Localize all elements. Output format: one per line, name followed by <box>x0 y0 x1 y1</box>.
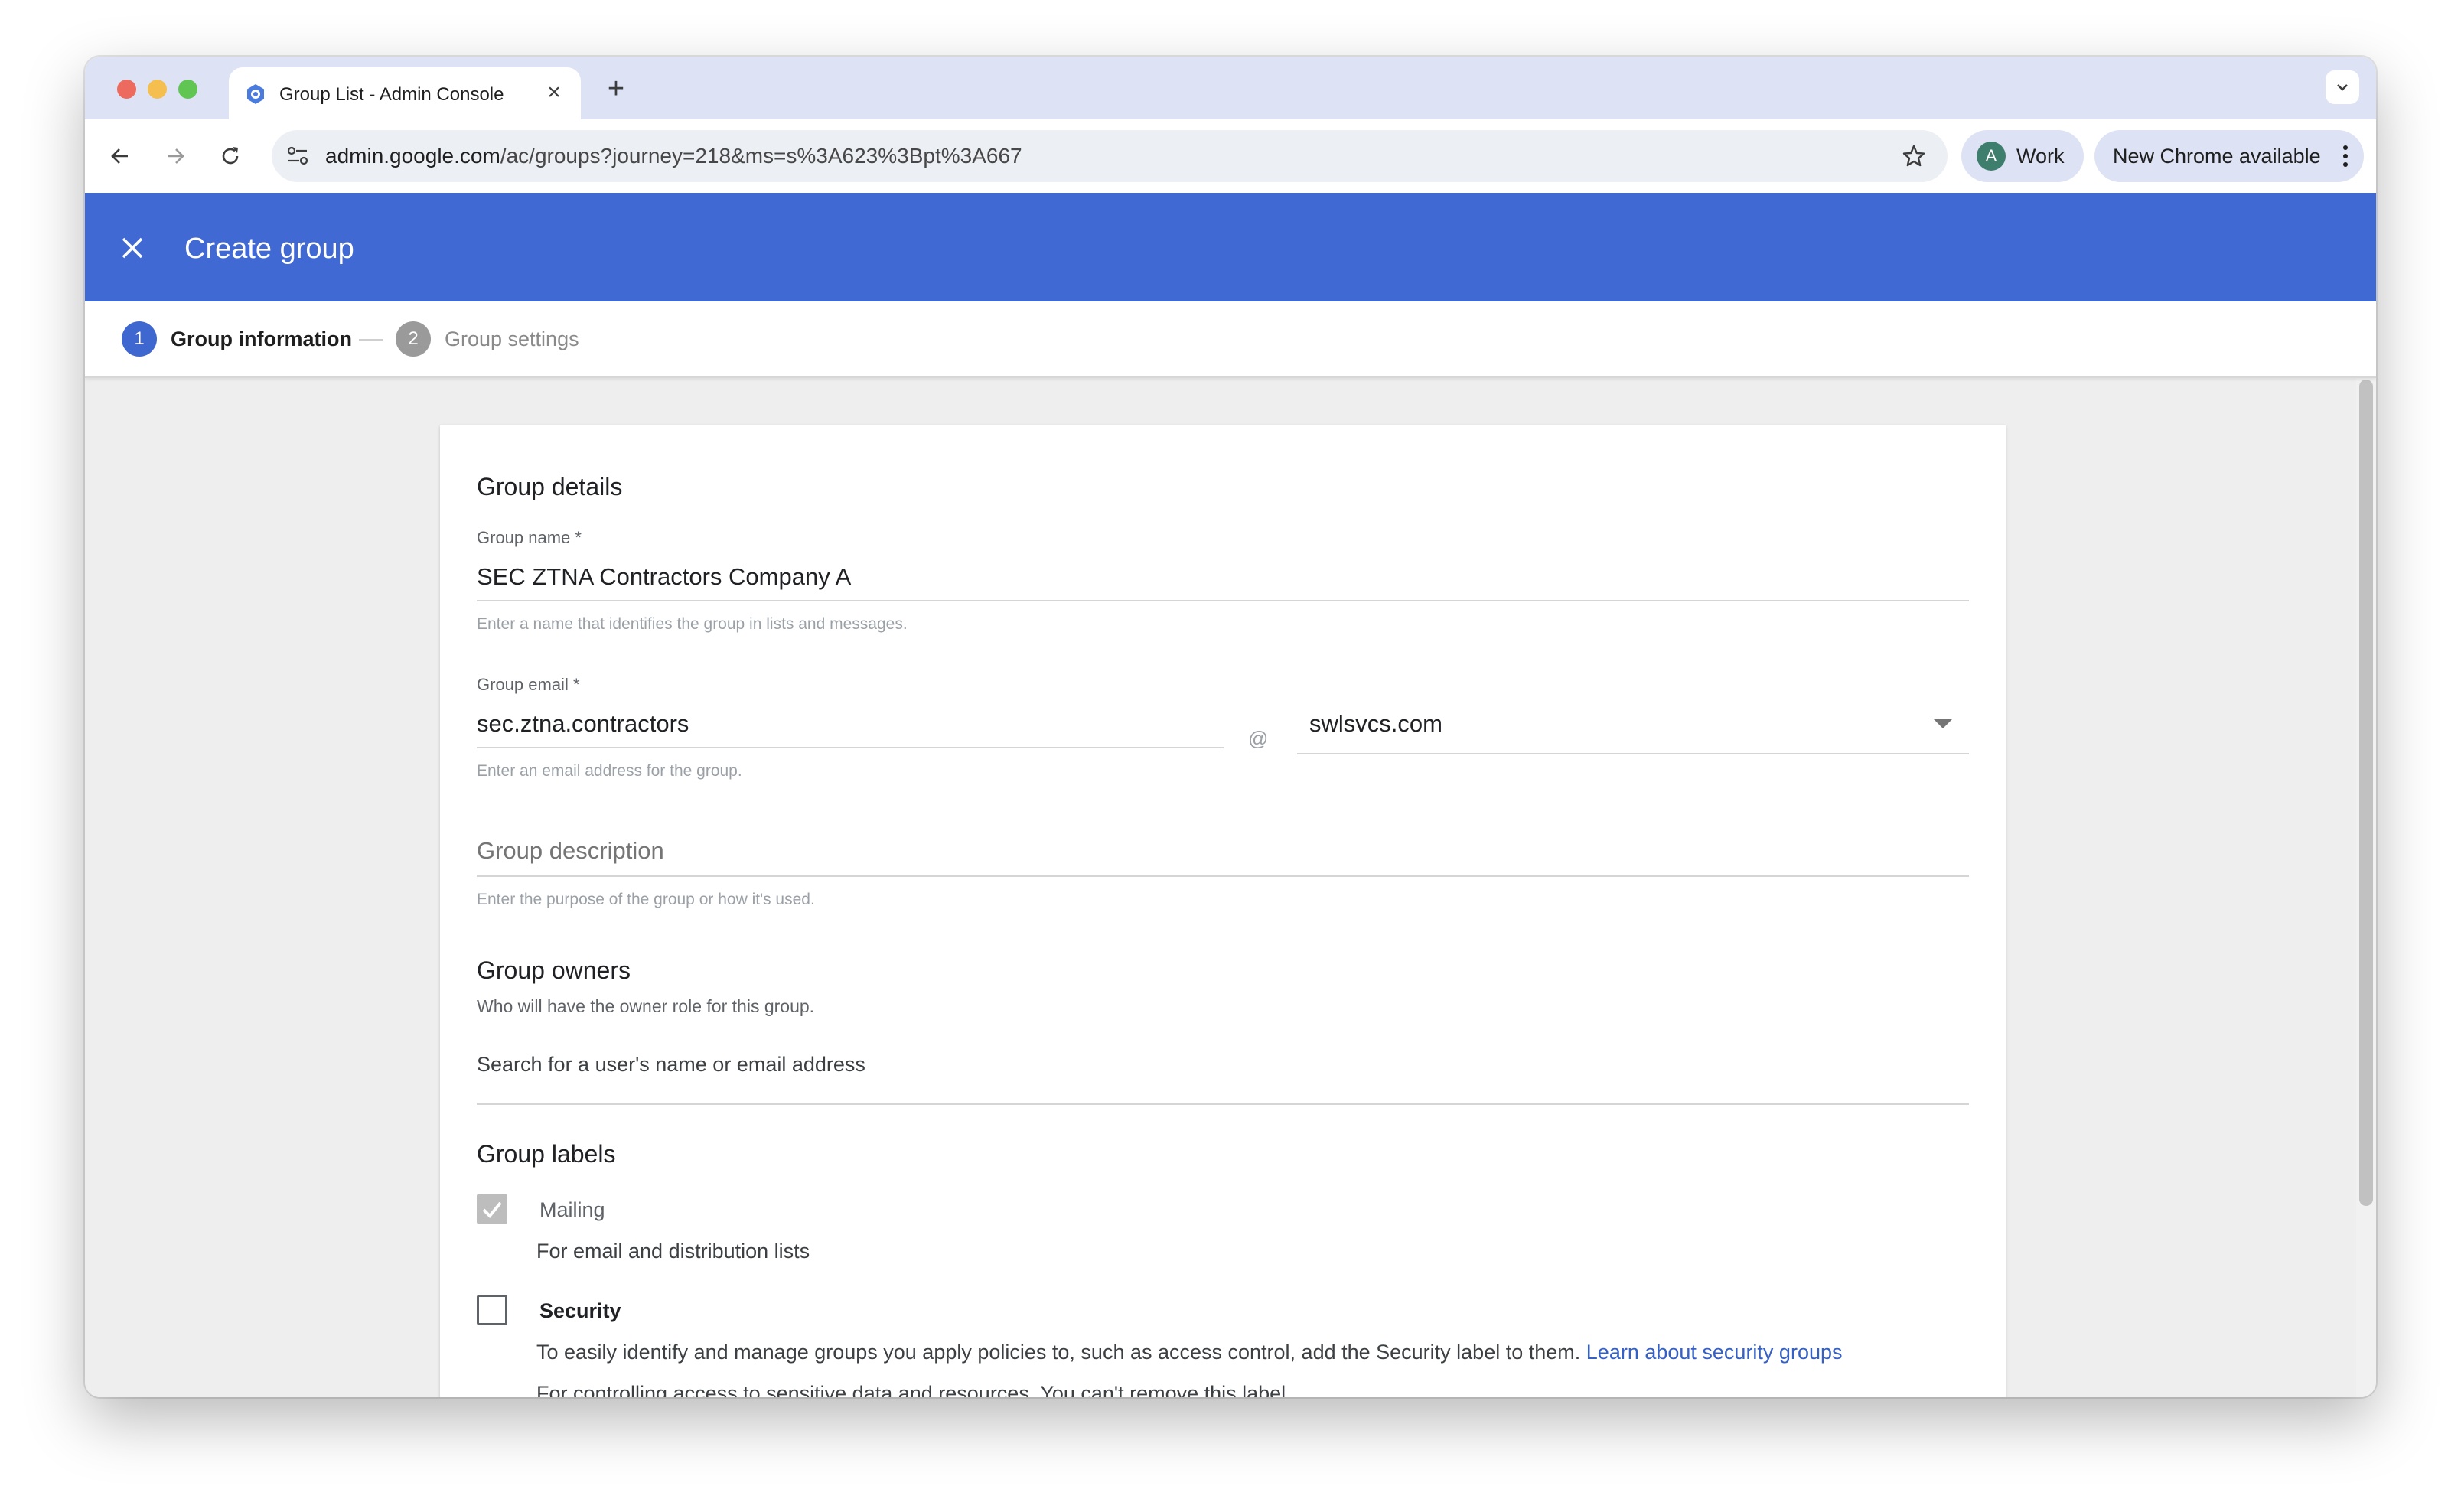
security-checkbox[interactable] <box>477 1295 507 1325</box>
profile-label: Work <box>2016 145 2065 168</box>
at-sign: @ <box>1248 727 1269 750</box>
owner-search-underline <box>477 1103 1969 1105</box>
scrollbar-thumb[interactable] <box>2359 380 2373 1206</box>
arrow-right-icon <box>168 148 184 164</box>
group-email-label: Group email * <box>477 675 580 694</box>
learn-security-groups-link[interactable]: Learn about security groups <box>1586 1341 1843 1364</box>
dropdown-arrow-icon[interactable] <box>1934 719 1952 728</box>
tab-title: Group List - Admin Console <box>279 84 504 105</box>
step-1-indicator: 1 <box>122 321 157 357</box>
tab-search-button[interactable] <box>2326 70 2359 104</box>
scrollbar-track[interactable] <box>2356 376 2376 1397</box>
create-group-header: Create group <box>85 193 2376 301</box>
site-settings-icon[interactable] <box>284 142 311 170</box>
main-content: Group details Group name * SEC ZTNA Cont… <box>85 376 2376 1397</box>
back-button[interactable] <box>102 138 139 174</box>
chrome-update-button[interactable]: New Chrome available <box>2094 130 2364 182</box>
group-owners-heading: Group owners <box>477 956 631 984</box>
security-label[interactable]: Security <box>539 1299 621 1323</box>
group-form-card: Group details Group name * SEC ZTNA Cont… <box>440 425 2006 1397</box>
bookmark-star-icon[interactable] <box>1902 144 1926 172</box>
profile-button[interactable]: A Work <box>1961 130 2084 182</box>
group-description-underline <box>477 875 1969 877</box>
group-name-underline <box>477 600 1969 601</box>
page-title: Create group <box>184 233 354 265</box>
url-text: admin.google.com/ac/groups?journey=218&m… <box>325 144 1022 168</box>
group-name-label: Group name * <box>477 528 582 547</box>
group-description-helper: Enter the purpose of the group or how it… <box>477 891 815 908</box>
step-group-settings[interactable]: Group settings <box>445 327 579 351</box>
close-icon[interactable] <box>117 233 148 263</box>
security-description: To easily identify and manage groups you… <box>536 1341 1843 1364</box>
group-email-helper: Enter an email address for the group. <box>477 762 742 780</box>
mailing-checkbox <box>477 1194 507 1224</box>
maximize-window-button[interactable] <box>178 80 197 99</box>
url-host: admin.google.com <box>325 144 500 168</box>
group-labels-heading: Group labels <box>477 1140 616 1168</box>
forward-button[interactable] <box>157 138 194 174</box>
avatar: A <box>1977 142 2006 171</box>
security-description-2: For controlling access to sensitive data… <box>536 1382 1292 1397</box>
checkmark-icon <box>482 1201 502 1218</box>
group-name-input[interactable]: SEC ZTNA Contractors Company A <box>477 563 851 591</box>
group-email-underline <box>477 747 1224 748</box>
group-name-helper: Enter a name that identifies the group i… <box>477 615 908 633</box>
more-options-icon[interactable] <box>2341 144 2350 168</box>
browser-tab-active[interactable]: Group List - Admin Console × <box>229 67 581 119</box>
close-tab-icon[interactable]: × <box>541 80 567 106</box>
url-path: /ac/groups?journey=218&ms=s%3A623%3Bpt%3… <box>500 144 1022 168</box>
browser-window: Group List - Admin Console × + admin.goo… <box>85 57 2376 1397</box>
domain-select[interactable]: swlsvcs.com <box>1309 710 1442 738</box>
stepper: 1 Group information 2 Group settings <box>85 301 2376 378</box>
chevron-down-icon <box>2337 84 2348 91</box>
minimize-window-button[interactable] <box>148 80 167 99</box>
mailing-label: Mailing <box>539 1198 605 1221</box>
domain-underline <box>1297 753 1969 754</box>
owner-search-input[interactable]: Search for a user's name or email addres… <box>477 1053 865 1077</box>
step-group-information[interactable]: Group information <box>171 327 352 351</box>
close-window-button[interactable] <box>117 80 136 99</box>
new-tab-icon[interactable]: + <box>599 72 633 106</box>
step-2-indicator: 2 <box>396 321 431 357</box>
mailing-description: For email and distribution lists <box>536 1240 810 1263</box>
step-divider <box>359 339 383 341</box>
tab-strip: Group List - Admin Console × + <box>85 57 2376 119</box>
admin-console-favicon-icon <box>244 83 267 106</box>
arrow-left-icon <box>111 148 128 164</box>
group-email-input[interactable]: sec.ztna.contractors <box>477 710 689 738</box>
update-label: New Chrome available <box>2113 145 2321 168</box>
reload-button[interactable] <box>212 138 249 174</box>
group-owners-subtitle: Who will have the owner role for this gr… <box>477 996 815 1016</box>
group-details-heading: Group details <box>477 473 623 500</box>
group-description-input[interactable]: Group description <box>477 837 664 865</box>
address-bar[interactable]: admin.google.com/ac/groups?journey=218&m… <box>272 130 1948 182</box>
reload-icon <box>222 147 239 165</box>
security-description-text: To easily identify and manage groups you… <box>536 1341 1581 1364</box>
browser-toolbar: admin.google.com/ac/groups?journey=218&m… <box>85 119 2376 193</box>
